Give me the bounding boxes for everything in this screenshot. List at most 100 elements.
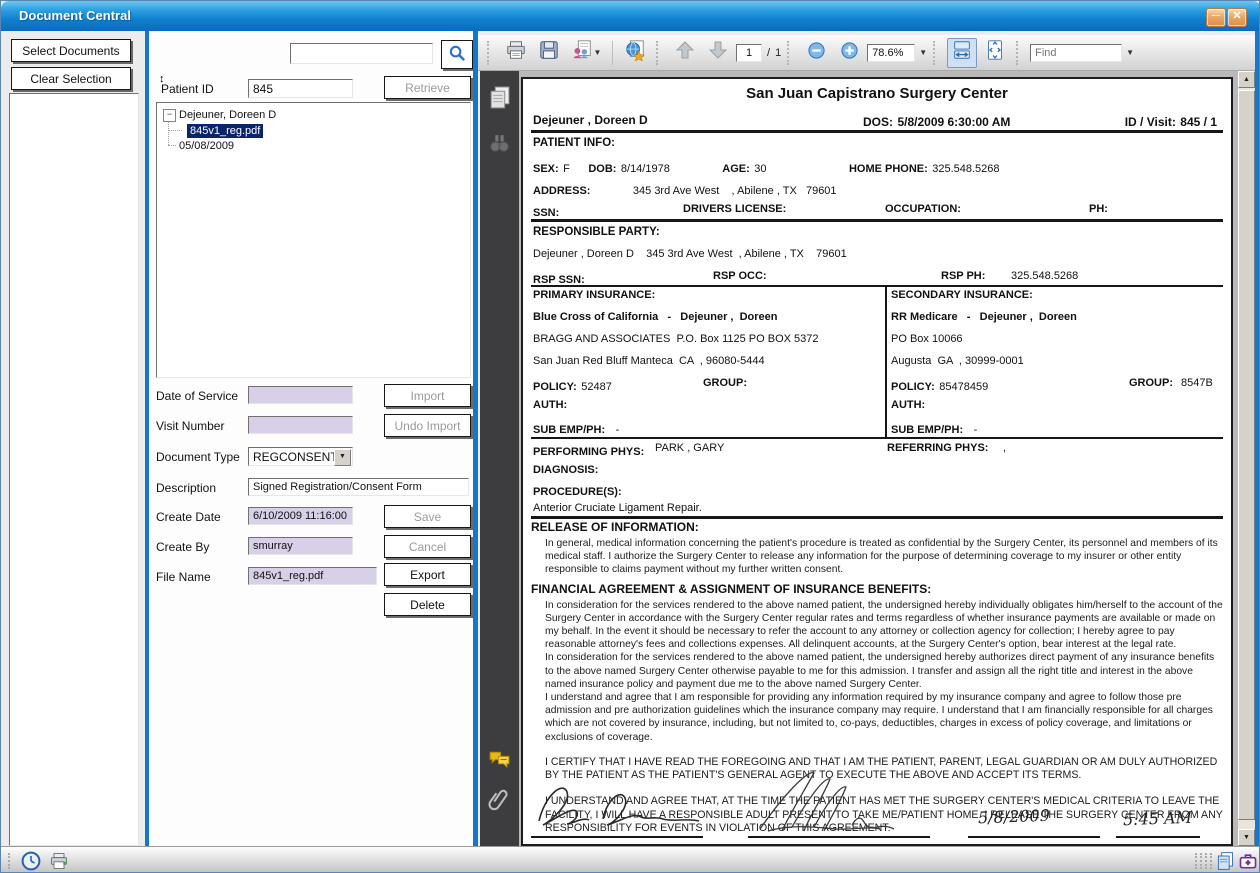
document-scrollbar[interactable]: ▲ ▼ [1238, 71, 1255, 846]
doc-ph-label: PH: [1089, 203, 1108, 215]
doc-home-phone: 325.548.5268 [932, 163, 999, 175]
select-documents-button[interactable]: Select Documents [11, 39, 131, 62]
medical-case-icon[interactable] [1238, 851, 1258, 871]
zoom-out-button[interactable] [801, 38, 831, 68]
minimize-button[interactable]: ─ [1206, 8, 1226, 27]
search-button[interactable] [441, 40, 473, 69]
statusbar-grip [1200, 853, 1202, 869]
scrollbar-thumb[interactable] [1238, 90, 1255, 820]
toolbar-grip [933, 41, 941, 65]
next-page-button[interactable] [703, 38, 733, 68]
zoom-level-input[interactable] [867, 44, 915, 62]
doc-insurance-block: PRIMARY INSURANCE: Blue Cross of Califor… [531, 287, 1223, 437]
find-input[interactable] [1030, 44, 1122, 62]
retrieve-button[interactable]: Retrieve [384, 76, 471, 99]
status-bar [1, 846, 1260, 873]
zoom-dropdown-caret-icon[interactable]: ▼ [919, 48, 927, 57]
doc-phys-row: PERFORMING PHYS: PARK , GARY REFERRING P… [533, 442, 1223, 460]
search-binoculars-icon[interactable] [487, 131, 512, 156]
comments-icon[interactable] [487, 746, 512, 771]
signature-time: 5:45 AM [1123, 808, 1193, 829]
doc-rsp-occ-label: RSP OCC: [713, 270, 767, 282]
find-dropdown-caret-icon[interactable]: ▼ [1126, 48, 1134, 57]
export-document-button[interactable]: ▼ [567, 38, 605, 68]
save-document-button[interactable] [534, 38, 564, 68]
tree-connector [168, 130, 182, 131]
import-button[interactable]: Import [384, 384, 471, 407]
document-viewport[interactable]: San Juan Capistrano Surgery Center Dejeu… [519, 71, 1238, 846]
doc-secondary-policy: 85478459 [939, 381, 988, 393]
toolbar-separator [612, 41, 613, 65]
export-button[interactable]: Export [384, 563, 471, 586]
doc-secondary-line3: Augusta GA , 30999-0001 [891, 355, 1024, 367]
visit-number-label: Visit Number [156, 419, 224, 433]
title-bar[interactable]: Document Central ─ ✕ [1, 1, 1260, 31]
doc-dos-label: DOS: [863, 115, 893, 129]
page-number-input[interactable] [736, 44, 762, 62]
scroll-up-button[interactable]: ▲ [1238, 71, 1255, 88]
clear-selection-button[interactable]: Clear Selection [11, 67, 131, 90]
description-label: Description [156, 481, 216, 495]
statusbar-grip [1210, 853, 1212, 869]
description-field[interactable] [248, 478, 469, 496]
doc-primary-line1: Blue Cross of California - Dejeuner , Do… [533, 311, 778, 323]
export-users-icon [571, 39, 593, 66]
previous-page-button[interactable] [670, 38, 700, 68]
window-right-edge [1255, 31, 1260, 846]
tree-expander-icon[interactable]: − [163, 109, 176, 122]
save-button[interactable]: Save [384, 505, 471, 528]
zoom-in-button[interactable] [834, 38, 864, 68]
tree-item-file-selected[interactable]: 845v1_reg.pdf [187, 124, 263, 138]
statusbar-grip [1195, 853, 1197, 869]
date-of-service-field [248, 386, 353, 404]
doc-occupation-label: OCCUPATION: [885, 203, 961, 215]
doc-sex: F [563, 163, 570, 175]
text-cursor-artifact: ↕ [159, 73, 165, 85]
attachments-icon[interactable] [487, 787, 512, 812]
page-thumbnails-icon[interactable] [487, 85, 512, 110]
fit-width-button[interactable] [947, 38, 977, 68]
fit-page-button[interactable] [980, 38, 1010, 68]
doc-secondary-group: 8547B [1181, 377, 1213, 389]
web-publish-button[interactable] [620, 38, 650, 68]
page-total: 1 [775, 47, 781, 59]
doc-secondary-auth-label: AUTH: [891, 399, 925, 411]
witness-signature-line [748, 836, 930, 838]
tree-item-date[interactable]: 05/08/2009 [179, 140, 234, 152]
search-input[interactable] [290, 43, 433, 64]
print-button[interactable] [501, 38, 531, 68]
document-central-window: Document Central ─ ✕ Select Documents Cl… [0, 0, 1260, 873]
close-button[interactable]: ✕ [1227, 8, 1247, 27]
print-status-icon[interactable] [49, 851, 69, 871]
export-dropdown-caret-icon[interactable]: ▼ [594, 48, 602, 57]
doc-dob: 8/14/1978 [621, 163, 670, 175]
signature-date: 5/8/2009 [978, 806, 1050, 827]
tree-connector [168, 119, 169, 145]
delete-button[interactable]: Delete [384, 593, 471, 616]
document-tree[interactable]: − Dejeuner, Doreen D 845v1_reg.pdf 05/08… [156, 102, 471, 378]
toolbar-grip [487, 41, 495, 65]
doc-patient-info-heading: PATIENT INFO: [533, 137, 615, 149]
document-type-select[interactable]: REGCONSENT ▼ [248, 447, 353, 466]
doc-age-label: AGE: [722, 163, 750, 175]
tree-item-patient[interactable]: Dejeuner, Doreen D [179, 109, 276, 121]
file-name-label: File Name [156, 570, 211, 584]
cancel-button[interactable]: Cancel [384, 535, 471, 558]
tree-connector [168, 145, 176, 146]
doc-release-heading: RELEASE OF INFORMATION: [531, 520, 1223, 534]
copy-documents-icon[interactable] [1215, 851, 1235, 871]
undo-import-button[interactable]: Undo Import [384, 414, 471, 437]
dropdown-arrow-icon[interactable]: ▼ [334, 449, 351, 466]
scroll-down-button[interactable]: ▼ [1238, 829, 1255, 846]
time-line [1116, 836, 1200, 838]
patient-id-input[interactable] [248, 79, 353, 98]
doc-ssn-label: SSN: [533, 207, 559, 219]
selected-documents-list[interactable] [9, 93, 139, 846]
doc-responsible-heading: RESPONSIBLE PARTY: [533, 226, 660, 238]
visit-number-field [248, 416, 353, 434]
doc-primary-auth-label: AUTH: [533, 399, 567, 411]
doc-secondary-group-label: GROUP: [1129, 377, 1173, 389]
window-title: Document Central [19, 8, 131, 23]
doc-rule [531, 219, 1223, 222]
history-clock-icon[interactable] [21, 851, 41, 871]
